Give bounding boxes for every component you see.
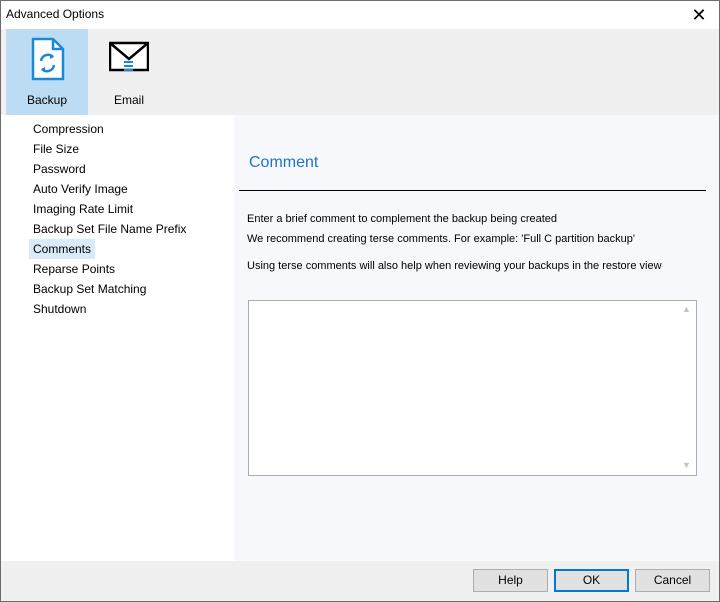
comment-scrollbar[interactable]: ▲ ▼ (678, 301, 695, 474)
heading-divider (239, 190, 706, 191)
window-title: Advanced Options (6, 7, 105, 21)
sidebar-item-backup-set-matching[interactable]: Backup Set Matching (29, 279, 150, 299)
dialog-footer: Help OK Cancel (1, 561, 719, 601)
sidebar-item-password[interactable]: Password (29, 159, 90, 179)
cancel-button[interactable]: Cancel (635, 569, 710, 592)
scroll-up-icon[interactable]: ▲ (678, 301, 695, 318)
comment-textarea[interactable] (248, 300, 697, 476)
toolbar-backup-label: Backup (26, 93, 68, 107)
toolbar-backup-button[interactable]: Backup (6, 29, 88, 115)
backup-document-icon (31, 37, 65, 81)
close-icon[interactable]: ✕ (687, 3, 711, 27)
sidebar-item-compression[interactable]: Compression (29, 119, 108, 139)
sidebar-item-comments[interactable]: Comments (29, 239, 96, 259)
toolbar-email-button[interactable]: Email (88, 29, 170, 115)
panel-heading: Comment (249, 154, 319, 171)
sidebar-item-shutdown[interactable]: Shutdown (29, 299, 90, 319)
sidebar-item-imaging-rate-limit[interactable]: Imaging Rate Limit (29, 199, 137, 219)
title-bar: Advanced Options ✕ (1, 1, 719, 29)
help-button[interactable]: Help (473, 569, 548, 592)
toolbar-email-label: Email (113, 93, 144, 107)
scroll-down-icon[interactable]: ▼ (678, 457, 695, 474)
sidebar-item-backup-set-file-name-prefix[interactable]: Backup Set File Name Prefix (29, 219, 190, 239)
comment-settings-panel: Comment Enter a brief comment to complem… (234, 115, 719, 561)
ok-button[interactable]: OK (554, 569, 629, 592)
description-line-1: Enter a brief comment to complement the … (247, 213, 558, 225)
description-line-3: Using terse comments will also help when… (247, 260, 662, 272)
sidebar-item-file-size[interactable]: File Size (29, 139, 83, 159)
options-sidebar: Compression File Size Password Auto Veri… (1, 115, 234, 561)
category-toolbar: Backup Email (1, 29, 719, 115)
envelope-icon (109, 41, 149, 72)
description-line-2: We recommend creating terse comments. Fo… (247, 233, 635, 245)
sidebar-item-reparse-points[interactable]: Reparse Points (29, 259, 119, 279)
sidebar-item-auto-verify-image[interactable]: Auto Verify Image (29, 179, 132, 199)
advanced-options-dialog: Advanced Options ✕ Backup Email Compress… (0, 0, 720, 602)
